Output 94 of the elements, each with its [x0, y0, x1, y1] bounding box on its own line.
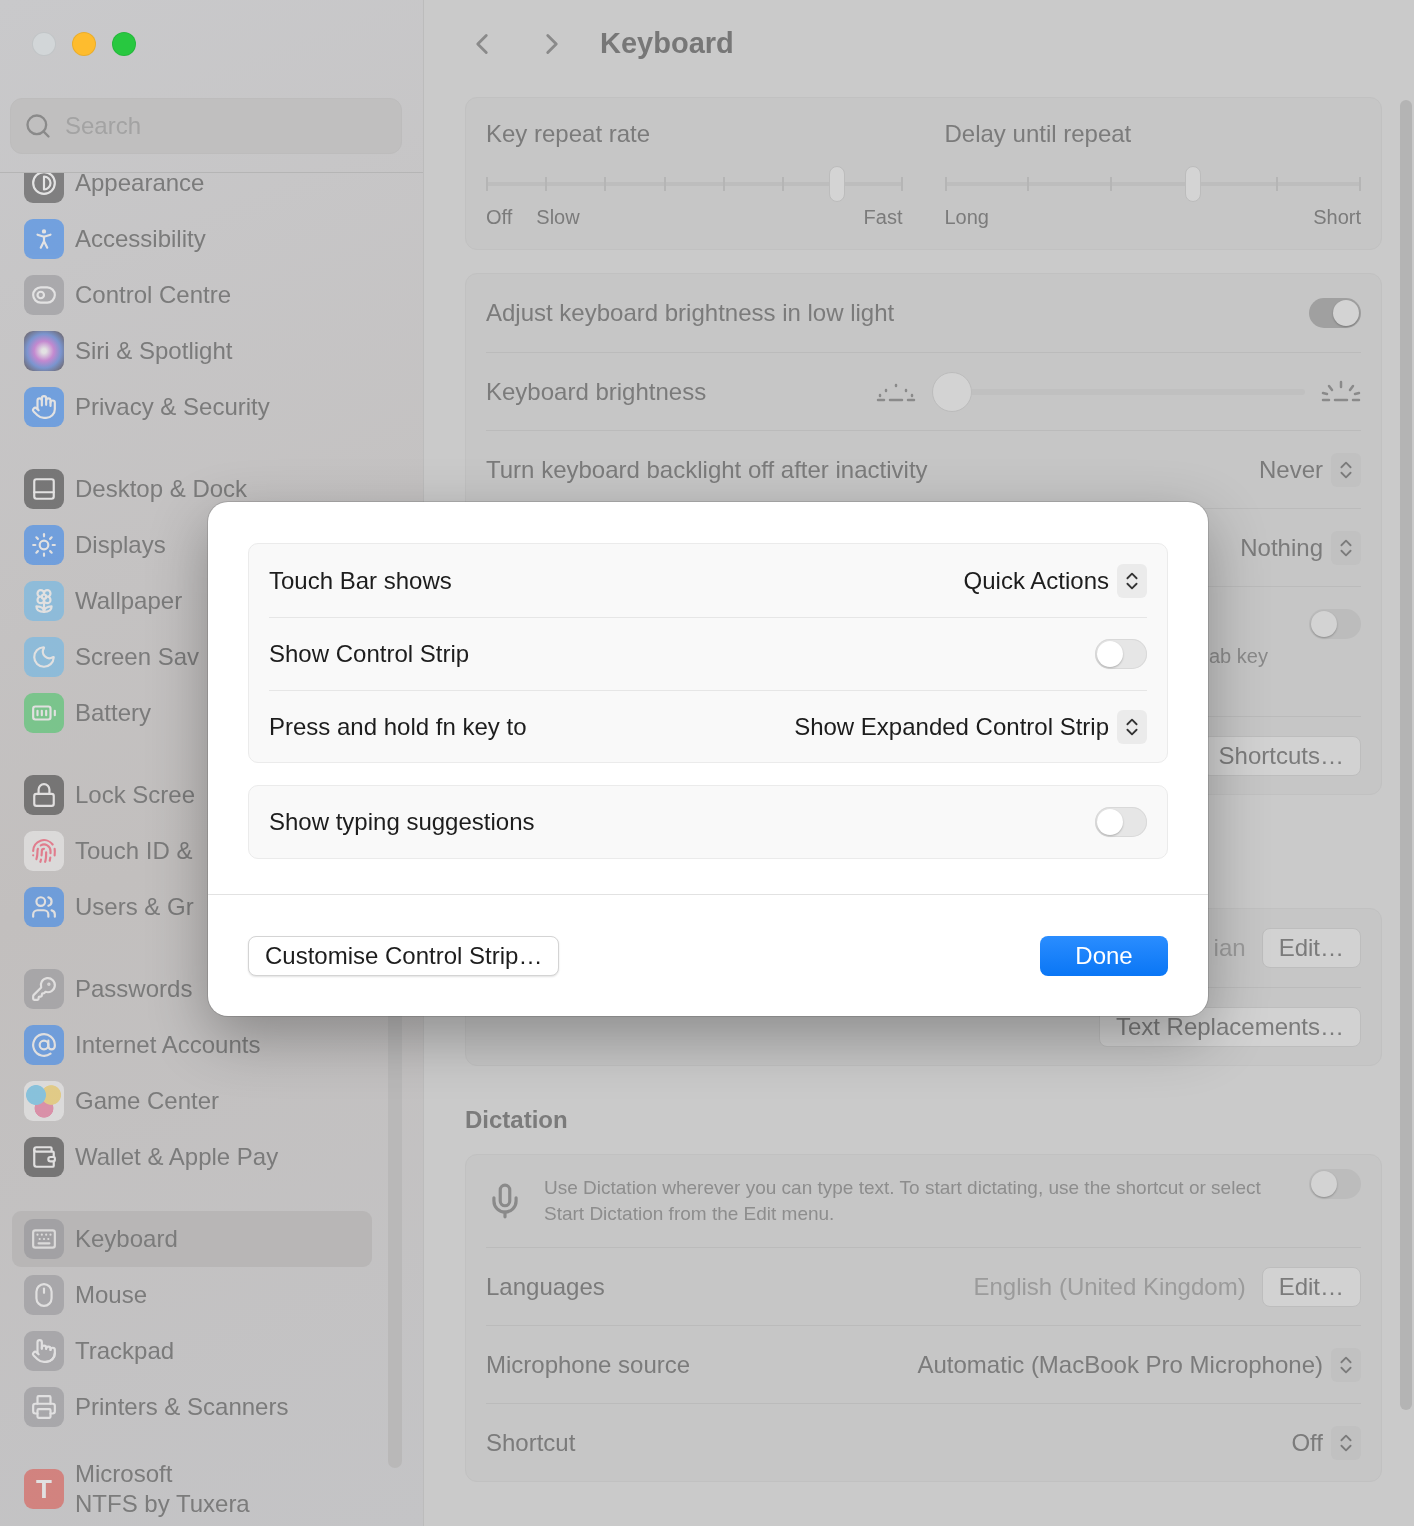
- minimize-button[interactable]: [72, 32, 96, 56]
- sidebar-item[interactable]: Desktop & Dock: [12, 461, 256, 517]
- sidebar-item[interactable]: Internet Accounts: [12, 1017, 269, 1073]
- setting-label: Turn keyboard backlight off after inactivity: [486, 455, 928, 484]
- setting-label: Microphone source: [486, 1350, 691, 1379]
- chevron-updown-icon: [1117, 709, 1147, 744]
- setting-label: Press and hold fn key to: [269, 712, 527, 741]
- slider-track[interactable]: [486, 166, 903, 202]
- setting-label: Adjust keyboard brightness in low light: [486, 299, 895, 327]
- chevron-updown-icon: [1331, 530, 1361, 565]
- keyboard-icon: [24, 1219, 64, 1259]
- window-title: Keyboard: [600, 27, 734, 60]
- sidebar-item[interactable]: Wallet & Apple Pay: [12, 1129, 287, 1185]
- sidebar-item[interactable]: Passwords: [12, 961, 201, 1017]
- chevron-updown-icon: [1331, 1347, 1361, 1382]
- sidebar-item[interactable]: Screen Sav: [12, 629, 208, 685]
- slider-track[interactable]: [944, 166, 1361, 202]
- setting-label: Show Control Strip: [269, 640, 470, 668]
- toggle-switch[interactable]: [1309, 1169, 1361, 1199]
- sidebar-item[interactable]: Privacy & Security: [12, 379, 278, 435]
- slider-thumb[interactable]: [1184, 166, 1201, 202]
- tick-label: Long: [944, 206, 989, 229]
- section-heading: Dictation: [465, 1106, 569, 1134]
- bubbles-icon: [24, 1081, 64, 1121]
- tick-label: Fast: [863, 206, 903, 229]
- battery-icon: [24, 693, 64, 733]
- popup-button[interactable]: Off: [1291, 1425, 1361, 1460]
- hand-icon: [24, 387, 64, 427]
- sidebar-item[interactable]: Appearance: [12, 173, 213, 211]
- moon-icon: [24, 637, 64, 677]
- lock-icon: [24, 775, 64, 815]
- description-text: Use Dictation wherever you can type text. To start dictating, use the shortcut or select Start Dictation from the Edit menu.: [544, 1176, 1262, 1226]
- setting-label: Touch Bar shows: [269, 566, 452, 595]
- wallet-icon: [24, 1137, 64, 1177]
- app-logo: T: [24, 1469, 64, 1509]
- sidebar-item[interactable]: Siri & Spotlight: [12, 323, 241, 379]
- person-icon: [24, 219, 64, 259]
- chevron-updown-icon: [1117, 563, 1147, 598]
- sidebar-item[interactable]: Accessibility: [12, 211, 214, 267]
- sidebar-item[interactable]: Touch ID &: [12, 823, 201, 879]
- sidebar-item[interactable]: Users & Gr: [12, 879, 202, 935]
- toggle-switch[interactable]: [1095, 807, 1147, 837]
- toggles-icon: [24, 275, 64, 315]
- sidebar-item[interactable]: Lock Scree: [12, 767, 204, 823]
- sidebar-item[interactable]: Keyboard: [12, 1211, 372, 1267]
- sidebar-item[interactable]: Printers & Scanners: [12, 1379, 297, 1435]
- chevron-updown-icon: [1331, 1425, 1361, 1460]
- orb-icon: [24, 331, 64, 371]
- setting-label: Shortcut: [486, 1428, 576, 1457]
- people-icon: [24, 887, 64, 927]
- tick-label: Short: [1313, 206, 1361, 229]
- tick-label: Off: [486, 206, 513, 229]
- slider-label: Key repeat rate: [486, 120, 651, 147]
- popup-button[interactable]: Never: [1258, 452, 1361, 487]
- tick-label: Slow: [536, 206, 580, 229]
- sidebar-item[interactable]: Displays: [12, 517, 174, 573]
- popup-button[interactable]: Nothing: [1240, 530, 1361, 565]
- action-button[interactable]: Edit…: [1261, 1266, 1361, 1307]
- action-button[interactable]: Edit…: [1261, 928, 1361, 968]
- popup-button[interactable]: Show Expanded Control Strip: [794, 709, 1147, 744]
- zoom-button[interactable]: [112, 32, 136, 56]
- setting-note: ab key: [1209, 645, 1268, 668]
- flower-icon: [24, 581, 64, 621]
- popup-button[interactable]: Quick Actions: [963, 563, 1147, 598]
- sidebar-item[interactable]: Battery: [12, 685, 160, 741]
- dock-icon: [24, 469, 64, 509]
- key-icon: [24, 969, 64, 1009]
- sun-icon: [24, 525, 64, 565]
- slider-thumb[interactable]: [829, 166, 846, 202]
- setting-label: Show typing suggestions: [269, 808, 535, 836]
- toggle-switch[interactable]: [1309, 609, 1361, 639]
- toggle-switch[interactable]: [1095, 639, 1147, 669]
- setting-label: Languages: [486, 1272, 605, 1301]
- at-sign-icon: [24, 1025, 64, 1065]
- setting-label: Keyboard brightness: [486, 377, 707, 406]
- contrast-icon: [24, 173, 64, 203]
- sidebar-item[interactable]: Wallpaper: [12, 573, 191, 629]
- pointer-icon: [24, 1331, 64, 1371]
- bright-light-icon: [1321, 379, 1361, 404]
- chevron-updown-icon: [1331, 452, 1361, 487]
- sidebar-item[interactable]: Control Centre: [12, 267, 240, 323]
- done-button[interactable]: Done: [1040, 935, 1168, 976]
- sidebar-item[interactable]: Trackpad: [12, 1323, 183, 1379]
- mouse-icon: [24, 1275, 64, 1315]
- sidebar-item[interactable]: Game Center: [12, 1073, 228, 1129]
- sidebar-item[interactable]: Mouse: [12, 1267, 156, 1323]
- fingerprint-icon: [24, 831, 64, 871]
- action-button[interactable]: Text Replacements…: [1098, 1006, 1361, 1047]
- toggle-switch[interactable]: [1309, 298, 1361, 328]
- printer-icon: [24, 1387, 64, 1427]
- customise-button[interactable]: Customise Control Strip…: [248, 935, 560, 976]
- slider-label: Delay until repeat: [944, 120, 1132, 147]
- popup-button[interactable]: Automatic (MacBook Pro Microphone): [917, 1347, 1361, 1382]
- search-icon: [24, 112, 52, 140]
